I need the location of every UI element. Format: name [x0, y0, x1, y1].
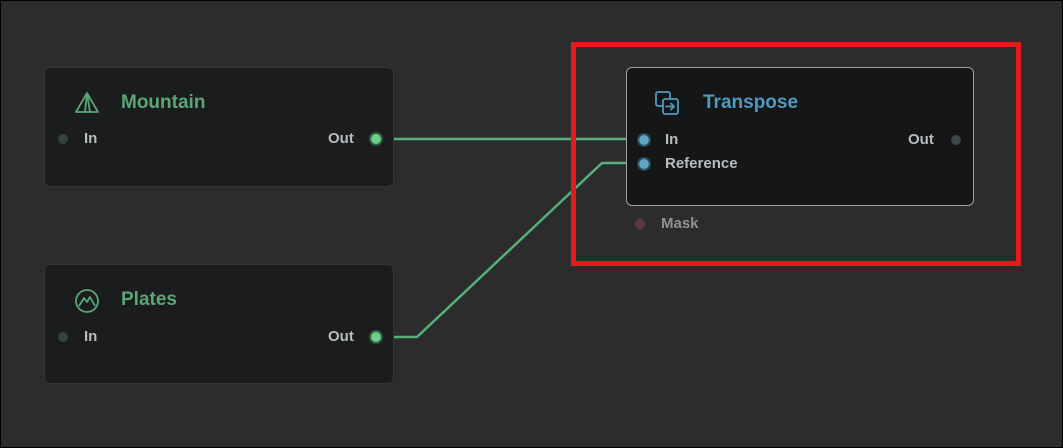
- output-port-label: Out: [328, 130, 354, 147]
- node-title: Mountain: [121, 92, 206, 113]
- node-mountain[interactable]: Mountain In Out: [44, 67, 394, 187]
- input-port-label: In: [84, 328, 98, 345]
- output-port-label: Out: [328, 328, 354, 345]
- selection-highlight-box: [571, 42, 1021, 266]
- mountain-peak-icon: [75, 92, 99, 113]
- plates-icon: [75, 289, 99, 313]
- node-title: Plates: [121, 289, 177, 310]
- output-port[interactable]: [371, 134, 381, 144]
- input-port[interactable]: [58, 134, 68, 144]
- input-port-label: In: [84, 130, 98, 147]
- node-plates[interactable]: Plates In Out: [44, 264, 394, 384]
- input-port[interactable]: [58, 332, 68, 342]
- output-port[interactable]: [371, 332, 381, 342]
